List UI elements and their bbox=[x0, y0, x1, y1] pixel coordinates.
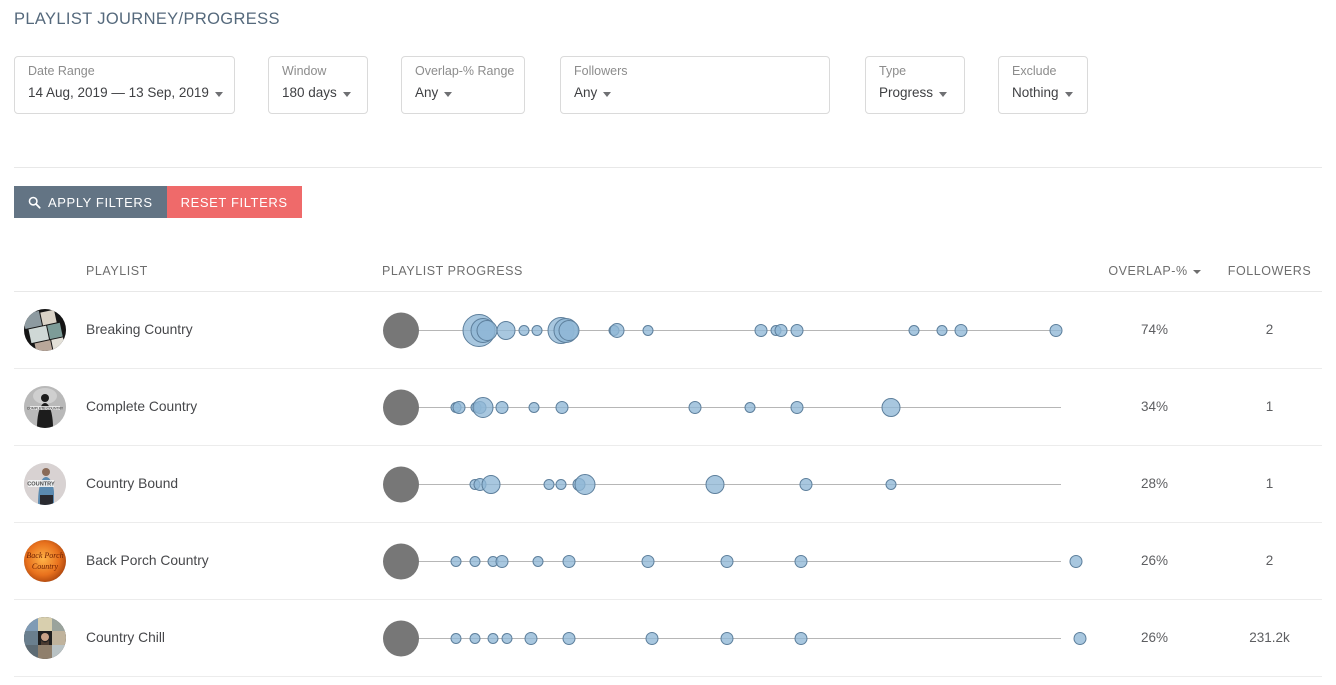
playlist-name-cell[interactable]: Breaking Country bbox=[86, 321, 382, 339]
table-row[interactable]: COUNTRY Country Bound 28% 1 bbox=[14, 446, 1322, 523]
table-header-row: PLAYLIST PLAYLIST PROGRESS OVERLAP-% FOL… bbox=[14, 242, 1322, 292]
followers-cell: 1 bbox=[1217, 398, 1322, 416]
followers-value: 1 bbox=[1266, 399, 1274, 414]
overlap-percent-cell: 74% bbox=[1092, 321, 1217, 339]
chevron-down-icon[interactable] bbox=[603, 92, 611, 97]
filter-type-label: Type bbox=[879, 64, 952, 79]
overlap-percent-cell: 28% bbox=[1092, 475, 1217, 493]
filter-type-value: Progress bbox=[879, 85, 933, 101]
chevron-down-icon[interactable] bbox=[1065, 92, 1073, 97]
followers-value: 2 bbox=[1266, 322, 1274, 337]
overlap-percent-cell: 26% bbox=[1092, 629, 1217, 647]
overlap-percent-value: 26% bbox=[1141, 553, 1168, 568]
playlist-artwork-cell: COMPLETE COUNTRY bbox=[14, 386, 86, 428]
chevron-down-icon[interactable] bbox=[939, 92, 947, 97]
table-header-progress: PLAYLIST PROGRESS bbox=[382, 264, 1092, 291]
overlap-percent-cell: 26% bbox=[1092, 552, 1217, 570]
followers-cell: 231.2k bbox=[1217, 629, 1322, 647]
overlap-percent-value: 28% bbox=[1141, 476, 1168, 491]
playlist-name: Back Porch Country bbox=[86, 553, 209, 568]
playlist-progress-chart[interactable] bbox=[382, 600, 1092, 677]
followers-cell: 2 bbox=[1217, 552, 1322, 570]
overlap-percent-value: 34% bbox=[1141, 399, 1168, 414]
filter-followers-value: Any bbox=[574, 85, 597, 101]
playlist-artwork-cell bbox=[14, 617, 86, 659]
playlist-name-cell[interactable]: Country Bound bbox=[86, 475, 382, 493]
svg-text:COMPLETE COUNTRY: COMPLETE COUNTRY bbox=[27, 406, 64, 410]
chevron-down-icon[interactable] bbox=[343, 92, 351, 97]
followers-value: 2 bbox=[1266, 553, 1274, 568]
filter-date-range-label: Date Range bbox=[28, 64, 222, 79]
filter-window[interactable]: Window 180 days bbox=[268, 56, 368, 114]
action-buttons: APPLY FILTERS RESET FILTERS bbox=[14, 186, 302, 218]
playlist-progress-chart[interactable] bbox=[382, 523, 1092, 600]
table-body: Breaking Country 74% 2 COMPLETE COUNTRY … bbox=[14, 292, 1322, 677]
overlap-percent-value: 26% bbox=[1141, 630, 1168, 645]
table-row[interactable]: Back Porch Country Back Porch Country 26… bbox=[14, 523, 1322, 600]
table-header-playlist: PLAYLIST bbox=[86, 264, 382, 291]
followers-cell: 1 bbox=[1217, 475, 1322, 493]
avatar[interactable] bbox=[24, 617, 66, 659]
table-header-overlap-label: OVERLAP-% bbox=[1108, 264, 1187, 278]
filter-window-label: Window bbox=[282, 64, 355, 79]
svg-text:Back Porch: Back Porch bbox=[26, 551, 63, 560]
apply-filters-label: APPLY FILTERS bbox=[48, 195, 153, 210]
svg-text:COUNTRY: COUNTRY bbox=[27, 482, 55, 488]
filter-exclude-label: Exclude bbox=[1012, 64, 1075, 79]
followers-cell: 2 bbox=[1217, 321, 1322, 339]
overlap-percent-cell: 34% bbox=[1092, 398, 1217, 416]
playlist-artwork-cell bbox=[14, 309, 86, 351]
table-header-overlap[interactable]: OVERLAP-% bbox=[1092, 264, 1217, 291]
table-header-followers: FOLLOWERS bbox=[1217, 264, 1322, 291]
filter-date-range[interactable]: Date Range 14 Aug, 2019 — 13 Sep, 2019 bbox=[14, 56, 235, 114]
table-row[interactable]: Country Chill 26% 231.2k bbox=[14, 600, 1322, 677]
playlist-artwork-cell: COUNTRY bbox=[14, 463, 86, 505]
filter-type[interactable]: Type Progress bbox=[865, 56, 965, 114]
reset-filters-label: RESET FILTERS bbox=[181, 195, 288, 210]
avatar[interactable] bbox=[24, 309, 66, 351]
filter-overlap-range-label: Overlap-% Range bbox=[415, 64, 512, 79]
filter-overlap-range-value: Any bbox=[415, 85, 438, 101]
chevron-down-icon[interactable] bbox=[444, 92, 452, 97]
filter-followers[interactable]: Followers Any bbox=[560, 56, 830, 114]
table-header-avatar bbox=[14, 278, 86, 291]
playlist-name: Complete Country bbox=[86, 399, 197, 414]
followers-value: 231.2k bbox=[1249, 630, 1290, 645]
chevron-down-icon[interactable] bbox=[215, 92, 223, 97]
page-title: PLAYLIST JOURNEY/PROGRESS bbox=[14, 10, 280, 29]
playlist-name-cell[interactable]: Back Porch Country bbox=[86, 552, 382, 570]
table-row[interactable]: COMPLETE COUNTRY Complete Country 34% 1 bbox=[14, 369, 1322, 446]
filter-overlap-range[interactable]: Overlap-% Range Any bbox=[401, 56, 525, 114]
playlist-name-cell[interactable]: Country Chill bbox=[86, 629, 382, 647]
playlist-name-cell[interactable]: Complete Country bbox=[86, 398, 382, 416]
filter-bar: Date Range 14 Aug, 2019 — 13 Sep, 2019 W… bbox=[14, 56, 1088, 114]
avatar[interactable]: COMPLETE COUNTRY bbox=[24, 386, 66, 428]
playlist-table: PLAYLIST PLAYLIST PROGRESS OVERLAP-% FOL… bbox=[14, 242, 1322, 677]
playlist-name: Country Chill bbox=[86, 630, 165, 645]
overlap-percent-value: 74% bbox=[1141, 322, 1168, 337]
svg-text:Country: Country bbox=[32, 562, 59, 571]
chevron-down-icon[interactable] bbox=[1193, 270, 1201, 274]
filter-followers-label: Followers bbox=[574, 64, 817, 79]
table-row[interactable]: Breaking Country 74% 2 bbox=[14, 292, 1322, 369]
playlist-name: Country Bound bbox=[86, 476, 178, 491]
playlist-name: Breaking Country bbox=[86, 322, 193, 337]
followers-value: 1 bbox=[1266, 476, 1274, 491]
apply-filters-button[interactable]: APPLY FILTERS bbox=[14, 186, 167, 218]
reset-filters-button[interactable]: RESET FILTERS bbox=[167, 186, 302, 218]
filter-date-range-value: 14 Aug, 2019 — 13 Sep, 2019 bbox=[28, 85, 209, 101]
filter-exclude-value: Nothing bbox=[1012, 85, 1059, 101]
playlist-progress-chart[interactable] bbox=[382, 369, 1092, 446]
avatar[interactable]: Back Porch Country bbox=[24, 540, 66, 582]
avatar[interactable]: COUNTRY bbox=[24, 463, 66, 505]
playlist-progress-chart[interactable] bbox=[382, 292, 1092, 369]
search-icon bbox=[28, 196, 41, 209]
playlist-artwork-cell: Back Porch Country bbox=[14, 540, 86, 582]
filter-divider bbox=[14, 167, 1322, 168]
filter-exclude[interactable]: Exclude Nothing bbox=[998, 56, 1088, 114]
filter-window-value: 180 days bbox=[282, 85, 337, 101]
playlist-progress-chart[interactable] bbox=[382, 446, 1092, 523]
